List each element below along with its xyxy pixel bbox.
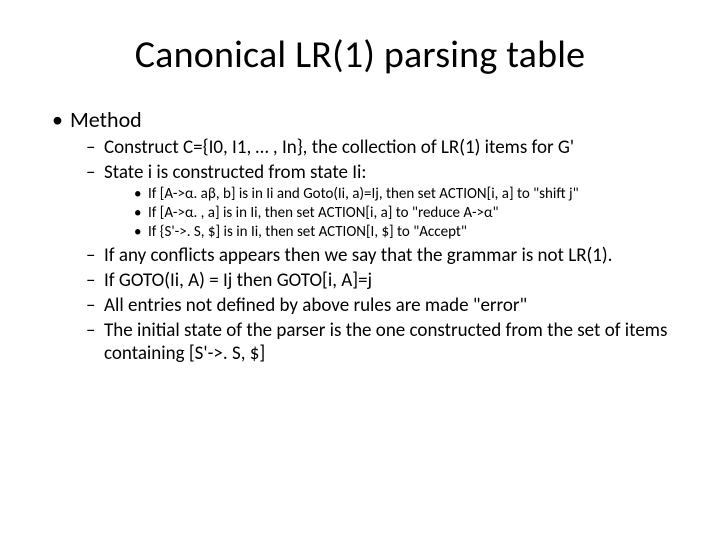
text: If [A->α. aβ, b] is in Ii and Goto(Ii, a… xyxy=(148,185,579,203)
text: If {S'->. S, $] is in Ii, then set ACTIO… xyxy=(148,223,467,241)
list-item: Construct C={I0, I1, … , In}, the collec… xyxy=(48,136,672,159)
list-item: The initial state of the parser is the o… xyxy=(48,319,672,365)
text: The initial state of the parser is the o… xyxy=(104,319,667,365)
text: If any conflicts appears then we say tha… xyxy=(104,244,612,267)
text: If [A->α. , a] is in Ii, then set ACTION… xyxy=(148,204,499,222)
slide-title: Canonical LR(1) parsing table xyxy=(48,32,672,78)
outline: Method Construct C={I0, I1, … , In}, the… xyxy=(48,106,672,366)
list-item: If [A->α. aβ, b] is in Ii and Goto(Ii, a… xyxy=(48,185,672,203)
text: State i is constructed from state Ii: xyxy=(104,161,366,184)
slide: Canonical LR(1) parsing table Method Con… xyxy=(0,0,720,540)
text: Construct C={I0, I1, … , In}, the collec… xyxy=(104,136,574,159)
list-item: If any conflicts appears then we say tha… xyxy=(48,244,672,267)
list-item: If GOTO(Ii, A) = Ij then GOTO[i, A]=j xyxy=(48,269,672,292)
text: If GOTO(Ii, A) = Ij then GOTO[i, A]=j xyxy=(104,269,372,292)
list-item: All entries not defined by above rules a… xyxy=(48,294,672,317)
list-item: Method xyxy=(48,106,672,134)
list-item: If {S'->. S, $] is in Ii, then set ACTIO… xyxy=(48,223,672,241)
list-item: State i is constructed from state Ii: xyxy=(48,161,672,184)
text: All entries not defined by above rules a… xyxy=(104,294,527,317)
list-item: If [A->α. , a] is in Ii, then set ACTION… xyxy=(48,204,672,222)
text: Method xyxy=(70,106,142,133)
